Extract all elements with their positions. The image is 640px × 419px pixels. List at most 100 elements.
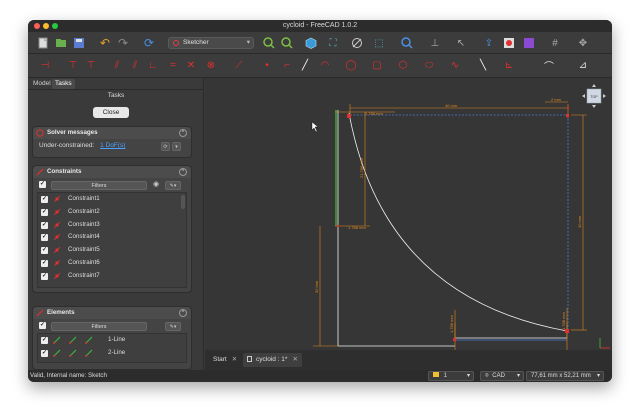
constrain-distance-icon[interactable]: ⟋ — [232, 58, 246, 72]
constraint-checkbox[interactable]: ✓ — [41, 208, 48, 216]
undo-icon[interactable]: ↶ — [98, 36, 112, 50]
zoom-icon[interactable] — [400, 36, 414, 50]
open-document-icon[interactable] — [54, 36, 68, 50]
refresh-icon[interactable]: ⟳ — [142, 36, 156, 50]
document-tab[interactable]: Start ✕ — [209, 353, 241, 367]
elements-header[interactable]: Elements ⌃ — [33, 307, 191, 319]
dim-bottom-small-right[interactable]: 1.788 mm — [561, 312, 566, 330]
line-element-icon[interactable] — [69, 349, 77, 357]
tab-tasks[interactable]: Tasks — [52, 79, 75, 89]
zoom-selection-icon[interactable] — [280, 36, 294, 50]
constrain-block-icon[interactable]: ⊗ — [204, 58, 218, 72]
element-row[interactable]: ✓ 2-Line — [38, 347, 186, 360]
new-document-icon[interactable] — [36, 36, 50, 50]
snap-icon[interactable]: ✥ — [576, 36, 590, 50]
close-window-button[interactable] — [34, 23, 40, 29]
dim-top-width[interactable]: 40 mm — [445, 103, 458, 108]
macro-icon[interactable] — [522, 36, 536, 50]
dim-right-vertical[interactable]: 40 mm — [577, 215, 582, 228]
macro-record-icon[interactable] — [502, 36, 516, 50]
constraint-row[interactable]: ✓ Constraint6 — [38, 257, 186, 270]
dim-top-right[interactable]: 2 mm — [551, 97, 562, 102]
trim-icon[interactable]: ⌒ — [542, 58, 556, 73]
dim-left-lower[interactable]: 32 mm — [314, 280, 319, 293]
coincident-marker[interactable] — [565, 329, 569, 333]
point-marker[interactable] — [336, 224, 340, 228]
fillet-icon[interactable]: ⊿ — [576, 58, 590, 72]
dim-bottom-small-left[interactable]: 1.788 mm — [449, 315, 454, 333]
collapse-icon[interactable]: ⌃ — [179, 129, 187, 137]
line-element-icon[interactable] — [85, 336, 93, 344]
dim-left-small[interactable]: 1.788 mm — [348, 225, 366, 230]
create-point-icon[interactable]: • — [260, 58, 274, 72]
page-selector[interactable]: 1 ▾ — [428, 371, 474, 381]
point-marker[interactable] — [567, 107, 569, 109]
sketch-canvas[interactable]: 40 mm 1.788 mm 21.788 mm 1.788 mm 32 mm … — [205, 78, 612, 370]
solver-settings-dropdown[interactable]: ▾ — [172, 142, 181, 151]
navigation-style-selector[interactable]: ⌾ CAD ▾ — [480, 371, 524, 381]
create-circle-icon[interactable]: ◯ — [344, 58, 358, 72]
visibility-eye-icon[interactable]: ◉ — [151, 181, 161, 190]
minimize-window-button[interactable] — [43, 23, 49, 29]
leave-sketch-icon[interactable]: ⊣ — [38, 58, 52, 72]
settings-wrench-icon[interactable]: ✎▾ — [165, 181, 181, 190]
constraints-filter-select[interactable]: Filters — [51, 181, 147, 190]
grid-icon[interactable]: # — [548, 36, 562, 50]
close-tab-icon[interactable]: ✕ — [292, 356, 297, 363]
constrain-symmetric-icon[interactable]: ✕ — [184, 58, 198, 72]
line-element-icon[interactable] — [53, 349, 61, 357]
create-rectangle-icon[interactable]: ▢ — [370, 58, 384, 72]
line-element-icon[interactable] — [53, 336, 61, 344]
tab-model[interactable]: Model — [30, 79, 54, 89]
constraints-select-all-checkbox[interactable]: ✓ — [39, 181, 46, 188]
line-element-icon[interactable] — [69, 336, 77, 344]
navigation-cube[interactable]: TOP — [582, 84, 606, 108]
elements-filter-select[interactable]: Filters — [51, 322, 147, 331]
toggle-construction-icon[interactable]: ╲ — [476, 58, 490, 72]
constraint-row[interactable]: ✓ Constraint7 — [38, 270, 186, 283]
constrain-perpendicular-icon[interactable]: ∟ — [146, 58, 160, 72]
view-cube-icon[interactable] — [304, 36, 318, 50]
dimension-readout[interactable]: 77,61 mm x 52,21 mm ▾ — [526, 371, 604, 381]
create-slot-icon[interactable]: ⬭ — [422, 58, 436, 72]
constraint-checkbox[interactable]: ✓ — [41, 247, 48, 255]
constrain-horizontal-icon[interactable]: ⊤ — [66, 58, 80, 72]
cycloid-curve[interactable] — [348, 112, 568, 332]
dof-link[interactable]: 1 DoF(s) — [100, 142, 125, 149]
create-bspline-icon[interactable]: ∿ — [448, 58, 462, 72]
constraint-row[interactable]: ✓ Constraint1 — [38, 193, 186, 206]
constraint-checkbox[interactable]: ✓ — [41, 234, 48, 242]
solver-messages-header[interactable]: Solver messages ⌃ — [33, 127, 191, 139]
constraint-row[interactable]: ✓ Constraint5 — [38, 244, 186, 257]
export-icon[interactable]: ⇪ — [482, 36, 496, 50]
constraint-checkbox[interactable]: ✓ — [41, 196, 48, 203]
settings-wrench-icon[interactable]: ✎▾ — [165, 322, 181, 331]
line-element-icon[interactable] — [85, 349, 93, 357]
external-geometry-icon[interactable]: ⊾ — [502, 58, 516, 72]
constrain-vertical-icon[interactable]: ⊤ — [84, 58, 98, 72]
constraints-header[interactable]: Constraints ⌃ — [33, 166, 191, 178]
close-tab-icon[interactable]: ✕ — [232, 356, 237, 363]
constraint-checkbox[interactable]: ✓ — [41, 272, 48, 280]
elements-select-all-checkbox[interactable]: ✓ — [39, 322, 46, 329]
constraint-row[interactable]: ✓ Constraint2 — [38, 206, 186, 219]
create-arc-icon[interactable]: ◠ — [318, 58, 332, 72]
draw-style-icon[interactable] — [350, 36, 364, 50]
dim-left-upper[interactable]: 21.788 mm — [359, 157, 364, 178]
create-line-icon[interactable]: ╱ — [298, 58, 312, 72]
element-checkbox[interactable]: ✓ — [41, 337, 48, 344]
constraint-row[interactable]: ✓ Constraint3 — [38, 219, 186, 232]
constrain-parallel-icon[interactable]: ⫽ — [110, 58, 124, 72]
coincident-marker[interactable] — [347, 114, 351, 118]
collapse-icon[interactable]: ⌃ — [179, 309, 187, 317]
create-polyline-icon[interactable]: ⌐ — [280, 58, 294, 72]
redo-icon[interactable]: ↷ — [116, 36, 130, 50]
sketch-3d-view[interactable]: 40 mm 1.788 mm 21.788 mm 1.788 mm 32 mm … — [205, 78, 612, 370]
constraint-checkbox[interactable]: ✓ — [41, 221, 48, 229]
save-document-icon[interactable] — [72, 36, 86, 50]
coincident-marker[interactable] — [453, 338, 456, 341]
workbench-selector[interactable]: Sketcher ▾ — [168, 37, 254, 49]
constraint-checkbox[interactable]: ✓ — [41, 259, 48, 267]
measure-icon[interactable]: ⊥ — [428, 36, 442, 50]
element-row[interactable]: ✓ 1-Line — [38, 334, 186, 347]
